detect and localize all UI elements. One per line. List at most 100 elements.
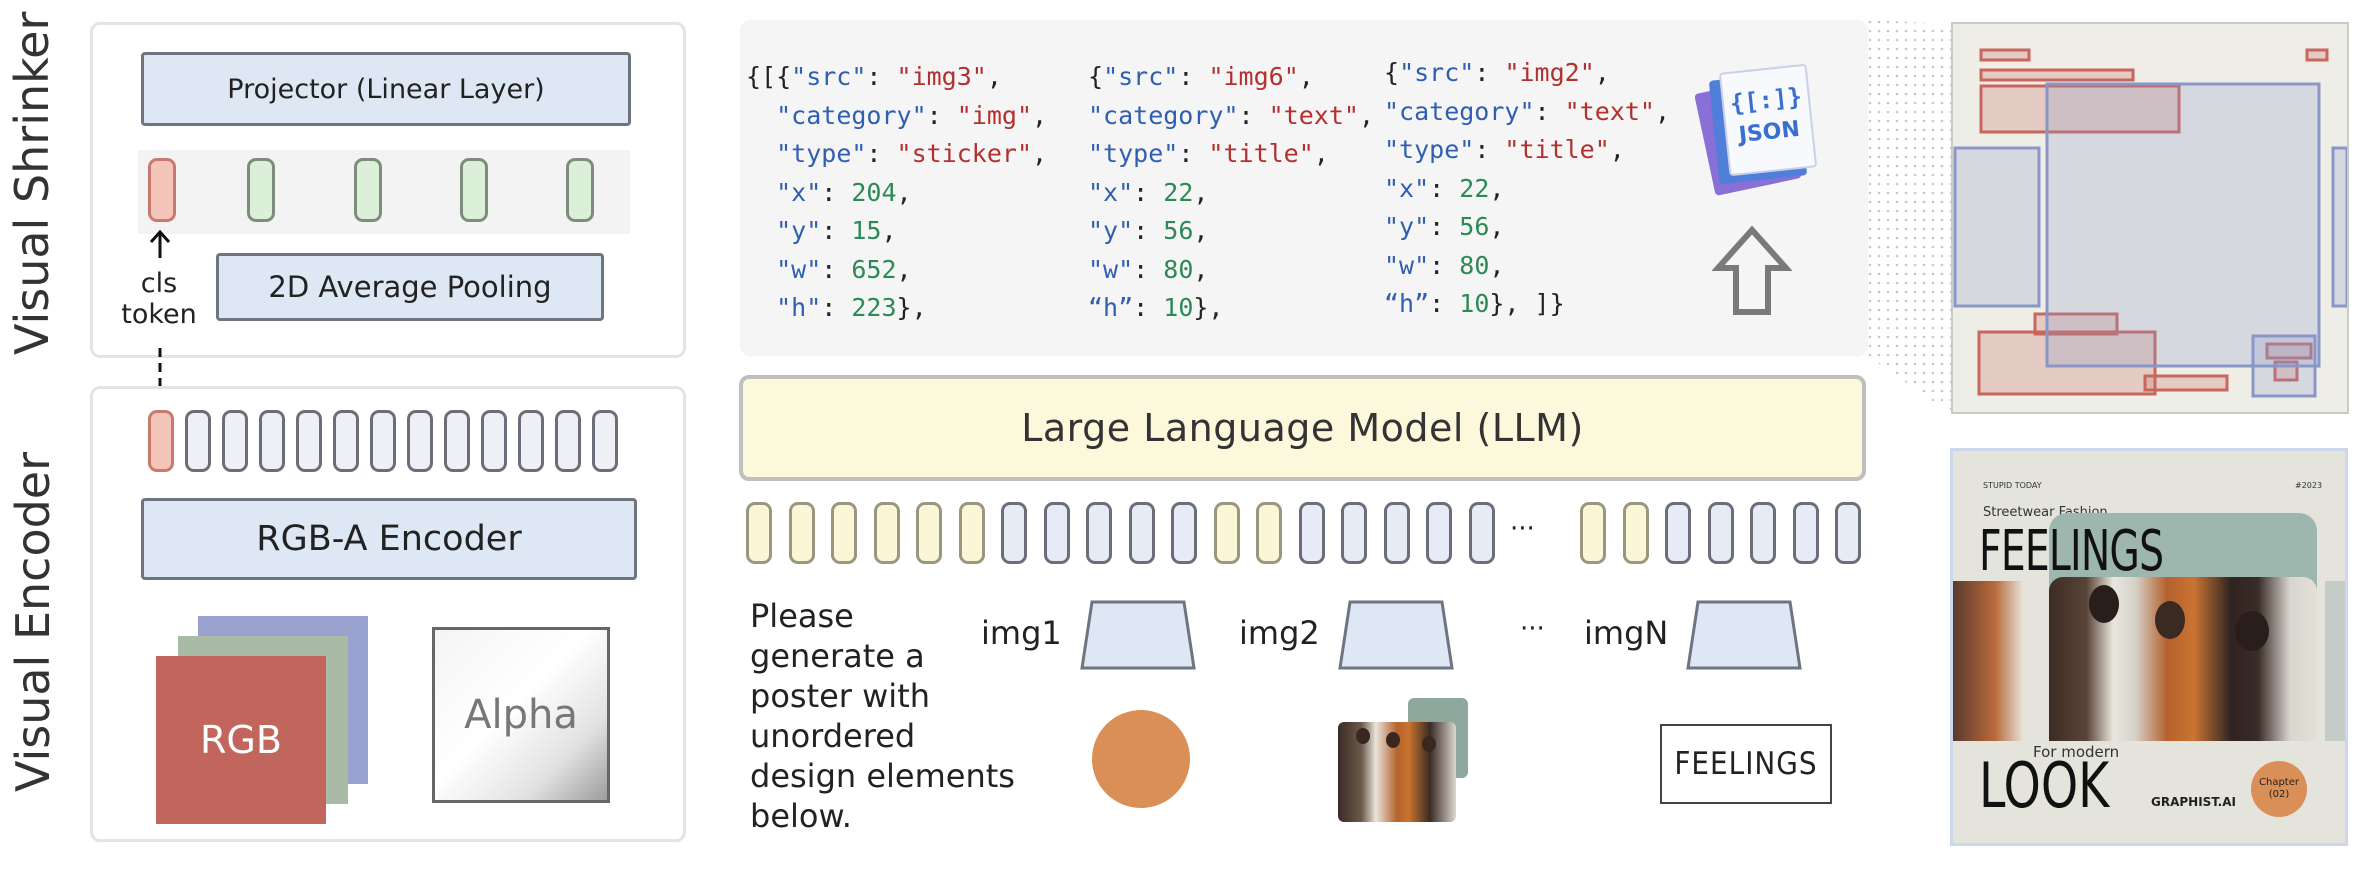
json-post: , [881,216,897,245]
json-key: "category" [776,100,927,130]
prompt-line: design elements [750,757,1015,795]
json-key: "src" [1103,62,1179,91]
rgb-label: RGB [200,718,282,762]
image-token [1128,502,1155,564]
img1-projector [1080,600,1196,670]
dotted-projection [1868,20,1954,416]
json-pre [746,216,776,245]
pooled-token [566,158,594,222]
json-val: 10 [1163,293,1194,322]
pooled-token-strip [138,150,630,234]
llm-box: Large Language Model (LLM) [739,375,1866,481]
json-val: 80 [1459,250,1490,280]
json-icon-text: JSON [1737,116,1802,149]
json-val: "title" [1208,139,1314,168]
json-line: "x": 204, [746,174,1047,213]
text-token [1580,502,1606,564]
json-val: 652 [851,254,897,284]
json-post: , [1489,212,1505,241]
patch-token [333,410,359,472]
json-val: "img2" [1504,58,1595,87]
poster-title: FEELINGS [1979,519,2164,584]
json-key: “h” [1384,289,1430,318]
json-sep: : [1178,139,1209,168]
json-val: 223 [851,293,897,322]
feelings-element-text: FEELINGS [1674,746,1818,782]
json-line: "w": 652, [746,251,1047,290]
json-val: 22 [1459,173,1490,203]
json-val: 15 [851,216,882,245]
poster-chapter-line2: (02) [2268,789,2290,800]
image-token [1383,502,1410,564]
imgN-projector [1686,600,1802,670]
image-token [1835,502,1861,564]
json-post: , [1298,62,1314,91]
average-pooling-box: 2D Average Pooling [216,253,604,321]
json-post: , [1609,135,1625,164]
json-pre: { [1088,62,1104,91]
cls-arrows [149,229,171,404]
json-post: , [986,62,1002,91]
json-key: "w" [776,254,822,284]
json-sep: : [1429,173,1460,203]
prompt-line: unordered [750,717,916,755]
json-key: "type" [776,139,867,168]
poster-brand: GRAPHIST.AI [2151,795,2236,809]
json-sep: : [866,62,897,91]
image-token [1086,502,1112,564]
json-post: , [1489,250,1505,280]
alpha-box: Alpha [432,627,610,803]
layout-boxes [1953,48,2347,398]
json-sep: : [1238,100,1269,130]
pooled-token [460,158,488,222]
image-token [1750,502,1776,564]
json-key: "y" [1384,212,1430,241]
json-pre [746,101,776,130]
json-post: , [1358,100,1374,130]
json-key: "y" [776,216,822,245]
rgba-encoder-label: RGB-A Encoder [256,519,522,559]
json-line: "type": "sticker", [746,135,1047,174]
patch-token [407,410,433,472]
json-val: "sticker" [896,139,1032,168]
image-token [1298,502,1325,564]
patch-token [518,410,544,472]
json-post: , [1032,139,1048,168]
json-key: "category" [1384,96,1535,126]
patch-token [555,410,581,472]
text-token [873,502,900,564]
json-val: "text" [1564,96,1655,126]
poster-right-strip [2325,581,2345,741]
json-key: "src" [1399,58,1475,87]
image-token [1171,502,1197,564]
patch-token [222,410,248,472]
json-post: , [1032,100,1048,130]
up-arrow-icon [1712,226,1792,315]
json-line: “h”: 10}, [1088,289,1374,328]
pooled-token [354,158,382,222]
text-token [1256,502,1282,564]
json-key: "h" [776,293,822,322]
json-line: "type": "title", [1384,131,1670,170]
json-sep: : [821,216,852,245]
json-pre: { [1384,58,1400,87]
prompt-line: generate a [750,637,925,675]
json-file-icon: {[:]} JSON [1692,62,1822,197]
json-line: "y": 56, [1384,208,1670,247]
json-line: {"src": "img6", [1088,58,1374,97]
photo-element [1338,698,1468,824]
image-token [1426,502,1452,564]
visual-encoder-label: Visual Encoder [6,451,60,792]
patch-token [370,410,396,472]
json-sep: : [1178,62,1209,91]
json-line: {[{"src": "img3", [746,58,1047,97]
json-post: , [1193,216,1209,245]
json-key: "w" [1384,250,1430,280]
json-sep: : [1133,293,1164,322]
pooled-token [247,158,275,222]
projector-label: Projector (Linear Layer) [227,73,545,105]
json-sep: : [821,177,852,207]
image-token [1792,502,1819,564]
json-key: "category" [1088,100,1239,130]
json-sep: : [1474,135,1505,164]
